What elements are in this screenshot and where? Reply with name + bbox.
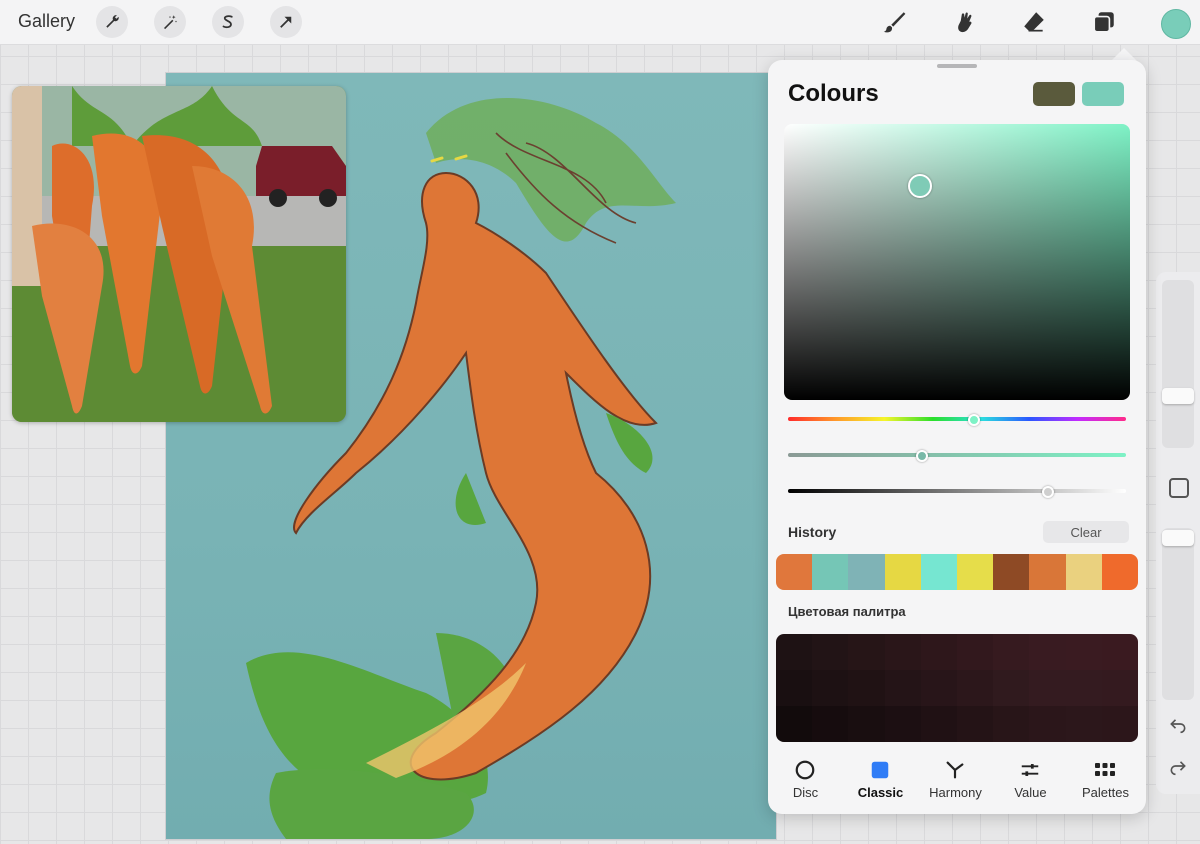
palette-color-swatch[interactable] [848,706,885,742]
brightness-slider-thumb[interactable] [1042,486,1054,498]
undo-icon[interactable] [1168,714,1188,739]
palette-color-swatch[interactable] [848,634,885,670]
palette-color-swatch[interactable] [1029,706,1066,742]
active-color-button[interactable] [1161,9,1191,39]
history-color-swatch[interactable] [920,554,958,590]
history-color-swatch[interactable] [776,554,813,590]
palette-color-swatch[interactable] [812,634,849,670]
palette-color-swatch[interactable] [920,634,957,670]
palette-color-swatch[interactable] [920,706,957,742]
hue-slider[interactable] [788,414,1126,426]
palettes-icon [1090,758,1120,782]
palette-color-swatch[interactable] [1065,706,1102,742]
selection-icon[interactable] [212,6,244,38]
palette-color-swatch[interactable] [1065,670,1102,706]
carrots-photo [12,86,346,422]
saturation-brightness-picker[interactable] [784,124,1130,400]
palette-color-swatch[interactable] [957,706,994,742]
history-color-swatch[interactable] [884,554,921,590]
brush-opacity-slider[interactable] [1162,528,1194,700]
palette-color-swatch[interactable] [957,634,994,670]
history-color-swatch[interactable] [812,554,849,590]
smudge-icon[interactable] [950,8,978,36]
redo-icon[interactable] [1168,756,1188,781]
palette-color-swatch[interactable] [993,706,1030,742]
panel-title: Colours [788,80,879,107]
saturation-slider[interactable] [788,450,1126,462]
top-toolbar: Gallery [0,0,1200,45]
palette-color-swatch[interactable] [1101,670,1138,706]
palette-color-swatch[interactable] [957,670,994,706]
hue-slider-thumb[interactable] [968,414,980,426]
color-palette [776,634,1138,742]
saturation-slider-thumb[interactable] [916,450,928,462]
palette-color-swatch[interactable] [1101,706,1138,742]
tab-classic[interactable]: Classic [843,752,918,814]
panel-grabber[interactable] [937,64,977,68]
history-label: History [788,524,837,540]
colours-panel: Colours History Clear Цветовая палитра D… [768,60,1146,814]
tab-label: Classic [857,785,904,800]
colour-mode-tabs: Disc Classic Harmony Value Palettes [768,752,1146,814]
palette-color-swatch[interactable] [812,706,849,742]
history-color-swatch[interactable] [1029,554,1066,590]
palette-color-swatch[interactable] [993,634,1030,670]
transform-arrow-icon[interactable] [270,6,302,38]
tab-harmony[interactable]: Harmony [918,752,993,814]
palette-color-swatch[interactable] [884,634,921,670]
palette-color-swatch[interactable] [920,670,957,706]
palette-color-swatch[interactable] [776,634,813,670]
palette-color-swatch[interactable] [1101,634,1138,670]
tab-label: Palettes [1082,785,1129,800]
palette-color-swatch[interactable] [1029,634,1066,670]
palette-color-swatch[interactable] [993,670,1030,706]
brightness-slider[interactable] [788,486,1126,498]
classic-icon [865,758,895,782]
palette-color-swatch[interactable] [812,670,849,706]
brush-size-thumb[interactable] [1162,388,1194,404]
tab-label: Disc [792,785,819,800]
tab-palettes[interactable]: Palettes [1068,752,1143,814]
palette-color-swatch[interactable] [776,706,813,742]
tab-disc[interactable]: Disc [768,752,843,814]
palette-color-swatch[interactable] [1029,670,1066,706]
magic-wand-icon[interactable] [154,6,186,38]
value-icon [1015,758,1045,782]
tab-label: Harmony [929,785,982,800]
brush-opacity-thumb[interactable] [1162,530,1194,546]
color-history [776,554,1138,590]
history-color-swatch[interactable] [1065,554,1102,590]
history-color-swatch[interactable] [957,554,994,590]
tab-label: Value [1014,785,1047,800]
history-color-swatch[interactable] [848,554,885,590]
gallery-button[interactable]: Gallery [18,11,75,32]
brush-size-slider[interactable] [1162,280,1194,448]
palette-color-swatch[interactable] [884,706,921,742]
disc-icon [790,758,820,782]
clear-history-button[interactable]: Clear [1043,521,1129,543]
history-color-swatch[interactable] [1101,554,1138,590]
reference-image[interactable] [12,86,346,422]
brush-size-opacity-sidebar [1156,272,1200,794]
history-color-swatch[interactable] [993,554,1030,590]
palette-label: Цветовая палитра [788,604,906,619]
palette-color-swatch[interactable] [776,670,813,706]
current-color-swatch[interactable] [1082,82,1124,106]
palette-color-swatch[interactable] [1065,634,1102,670]
layers-icon[interactable] [1090,8,1118,36]
color-picker-handle[interactable] [908,174,932,198]
brush-icon[interactable] [880,8,908,36]
previous-color-swatch[interactable] [1033,82,1075,106]
tab-value[interactable]: Value [993,752,1068,814]
palette-color-swatch[interactable] [884,670,921,706]
palette-color-swatch[interactable] [848,670,885,706]
harmony-icon [940,758,970,782]
wrench-icon[interactable] [96,6,128,38]
modify-square-button[interactable] [1169,478,1189,498]
eraser-icon[interactable] [1020,8,1048,36]
